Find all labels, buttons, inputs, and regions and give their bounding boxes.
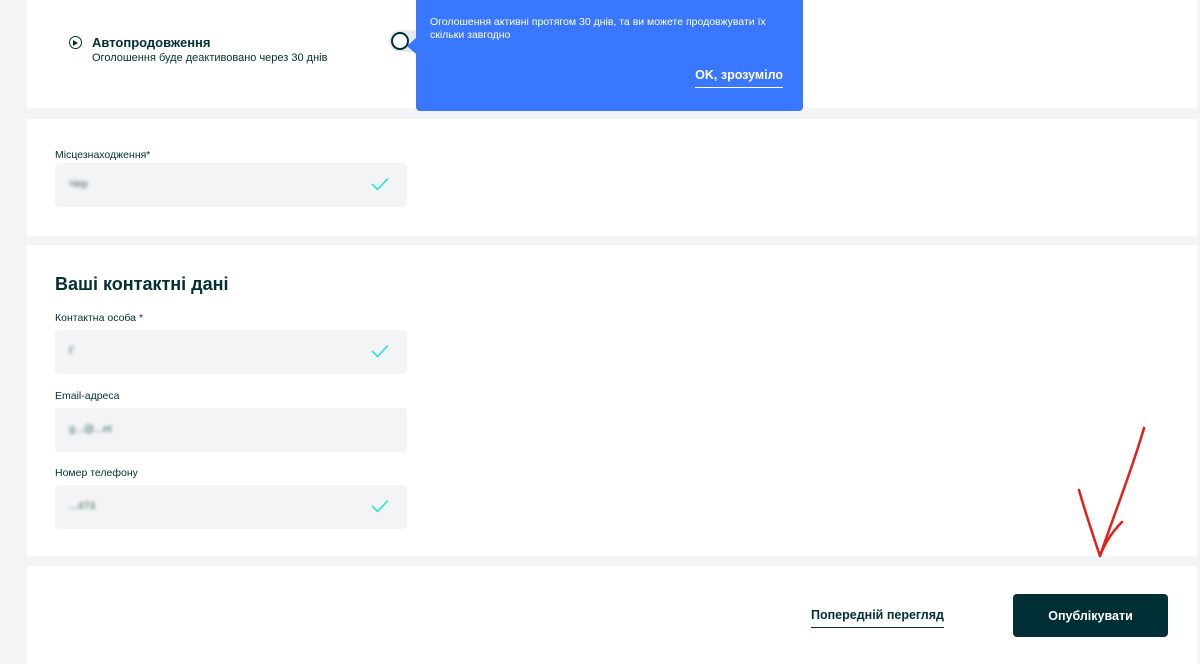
footer-card: Попередній перегляд Опублікувати — [27, 566, 1197, 664]
tooltip-text: Оголошення активні протягом 30 днів, та … — [430, 16, 766, 41]
preview-link[interactable]: Попередній перегляд — [811, 608, 944, 628]
contact-person-label: Контактна особа * — [55, 312, 144, 324]
autorenew-title: Автопродовження — [92, 35, 211, 50]
page: Автопродовження Оголошення буде деактиво… — [0, 0, 1200, 664]
autorenew-description: Оголошення буде деактивовано через 30 дн… — [92, 52, 328, 64]
check-icon — [371, 344, 389, 358]
location-value: Чер — [69, 178, 88, 190]
location-card: Місцезнаходження* Чер — [27, 119, 1197, 236]
phone-value: ...473 — [69, 500, 96, 512]
contact-section-title: Ваші контактні дані — [55, 274, 229, 294]
phone-input[interactable]: ...473 — [55, 485, 407, 529]
contact-card: Ваші контактні дані Контактна особа * Г … — [27, 245, 1197, 556]
autorenew-row: Автопродовження Оголошення буде деактиво… — [69, 35, 352, 65]
phone-label: Номер телефону — [55, 467, 138, 479]
check-icon — [371, 177, 389, 191]
contact-person-value: Г — [69, 345, 75, 357]
publish-button[interactable]: Опублікувати — [1013, 594, 1168, 637]
email-value: g...@...et — [69, 423, 112, 435]
autorenew-tooltip: Оголошення активні протягом 30 днів, та … — [407, 0, 803, 111]
check-icon — [371, 499, 389, 513]
location-label: Місцезнаходження* — [55, 149, 151, 161]
email-label: Email-адреса — [55, 390, 120, 402]
autorenew-icon — [69, 36, 82, 49]
tooltip-ok-button[interactable]: OK, зрозуміло — [695, 68, 783, 88]
location-input[interactable]: Чер — [55, 163, 407, 207]
contact-person-input[interactable]: Г — [55, 330, 407, 374]
email-input[interactable]: g...@...et — [55, 408, 407, 452]
